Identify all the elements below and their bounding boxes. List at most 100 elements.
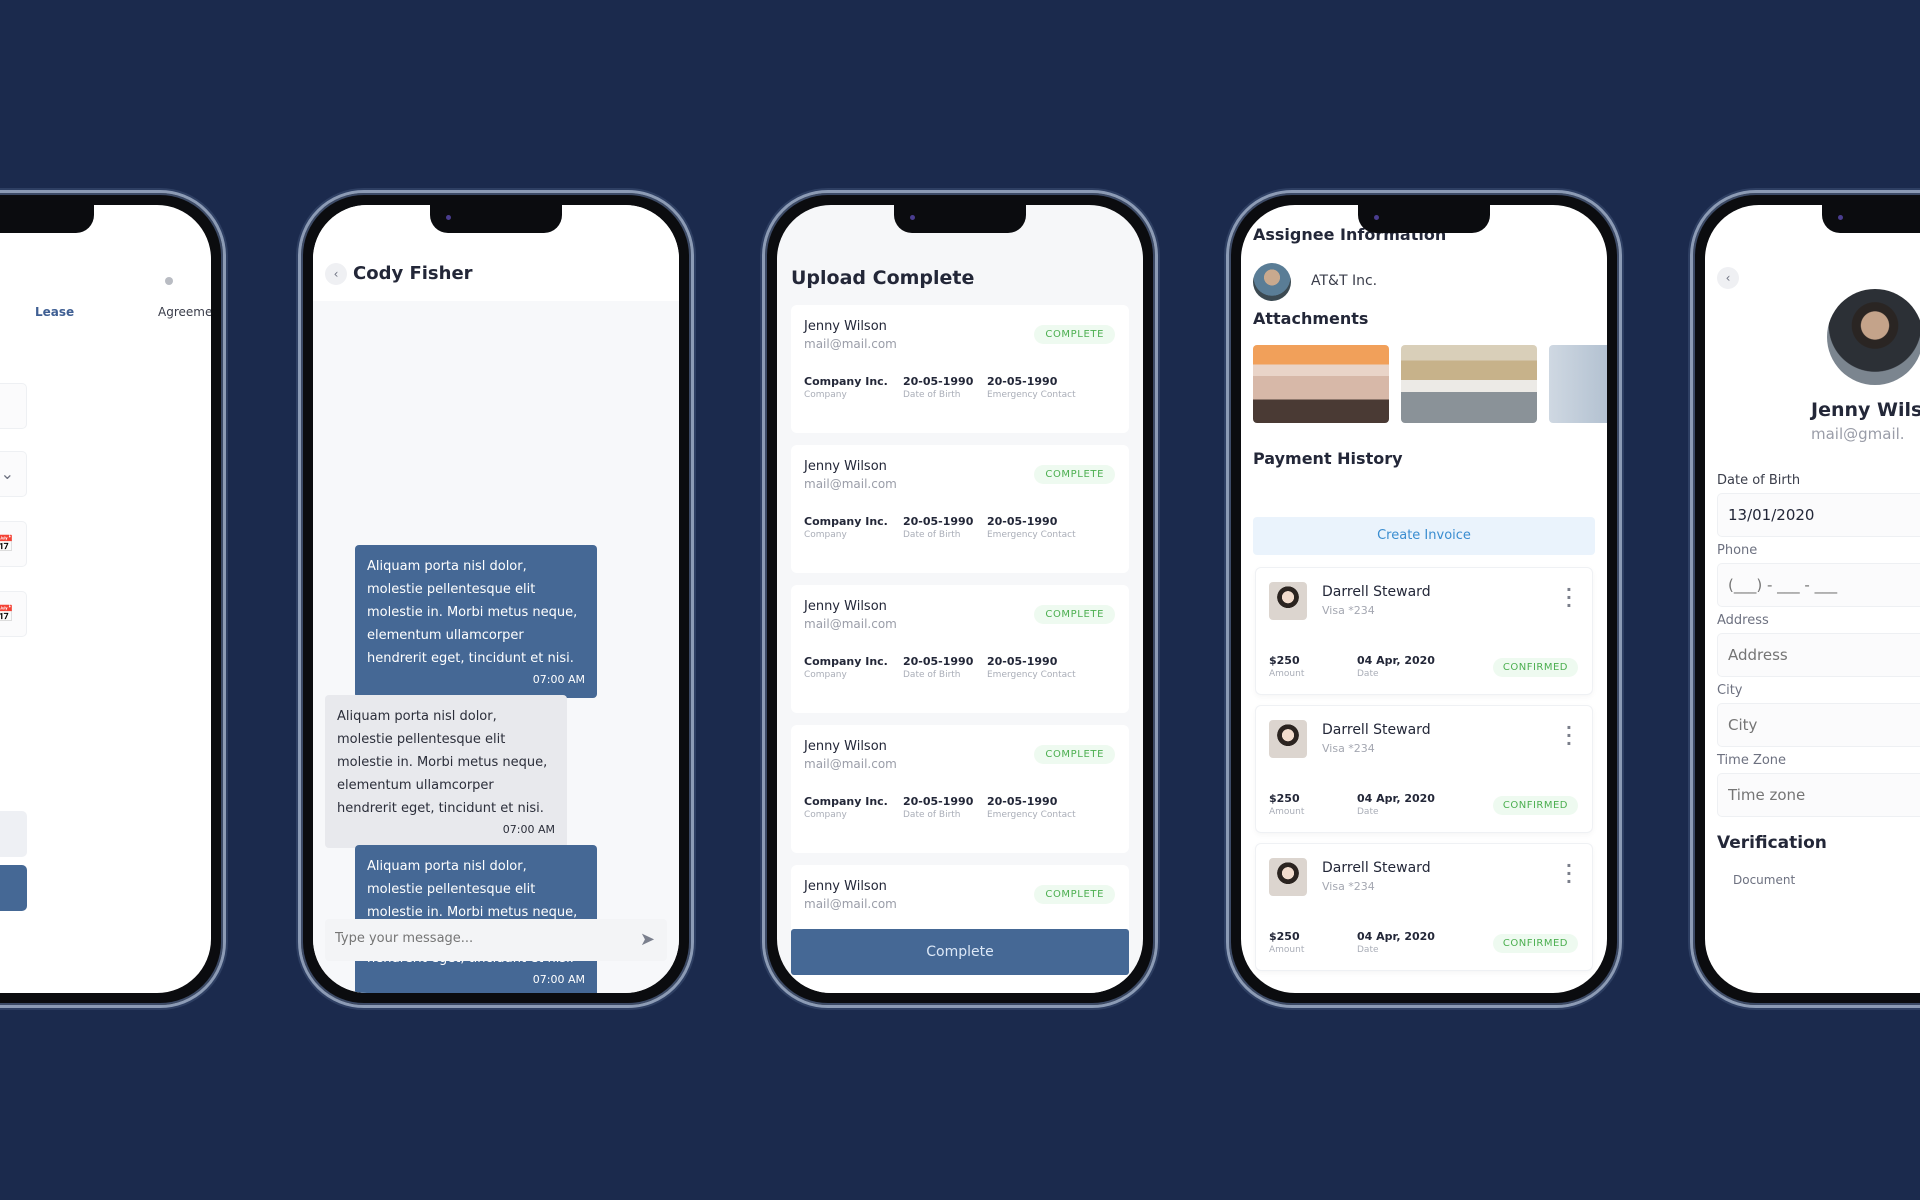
step-dot-agreements [165, 277, 173, 285]
record-name: Jenny Wilson [804, 739, 887, 754]
lease-screen: s Lease Agreements se Details ⌄ 📅 📅 Back… [0, 205, 211, 993]
timezone-input[interactable] [1717, 773, 1920, 817]
create-invoice-button[interactable]: Create Invoice [1253, 517, 1595, 555]
lease-select-field[interactable]: ⌄ [0, 451, 27, 497]
emergency-value: 20-05-1990 [987, 375, 1058, 388]
date-value: 04 Apr, 2020 [1357, 654, 1435, 667]
attachment-thumbnail[interactable] [1549, 345, 1607, 423]
address-label: Address [1717, 613, 1769, 628]
payment-card[interactable]: Darrell Steward Visa *234 · · · $250 Amount 04 … [1255, 843, 1593, 971]
send-icon[interactable]: ➤ [640, 929, 655, 950]
address-input[interactable] [1717, 633, 1920, 677]
payer-avatar [1269, 582, 1307, 620]
record-dob: 20-05-1990 Date of Birth [903, 515, 973, 540]
company-value: Company Inc. [804, 375, 888, 388]
phone-notch [894, 205, 1026, 233]
message-bubble-incoming: Aliquam porta nisl dolor, molestie pelle… [325, 695, 567, 848]
upload-record-card[interactable]: Jenny Wilson mail@mail.com COMPLETE Company… [791, 585, 1129, 713]
upload-record-card[interactable]: Jenny Wilson mail@mail.com COMPLETE Company… [791, 305, 1129, 433]
emergency-label: Emergency Contact [987, 530, 1076, 540]
status-badge: COMPLETE [1034, 605, 1115, 624]
emergency-value: 20-05-1990 [987, 655, 1058, 668]
amount-value: $250 [1269, 930, 1300, 943]
profile-email: mail@gmail. [1811, 425, 1905, 443]
record-dob: 20-05-1990 Date of Birth [903, 795, 973, 820]
chat-message-list[interactable]: Aliquam porta nisl dolor, molestie pelle… [313, 301, 679, 993]
dob-label: Date of Birth [903, 670, 961, 680]
upload-record-card[interactable]: Jenny Wilson mail@mail.com COMPLETE Company… [791, 725, 1129, 853]
calendar-icon[interactable]: 📅 [0, 604, 14, 623]
profile-name: Jenny Wils [1811, 399, 1920, 421]
record-emergency: 20-05-1990 Emergency Contact [987, 655, 1076, 680]
company-value: Company Inc. [804, 795, 888, 808]
record-email: mail@mail.com [804, 617, 897, 631]
assignee-avatar [1253, 263, 1291, 301]
complete-button[interactable]: Complete [791, 929, 1129, 975]
step-label-agreements[interactable]: Agreements [158, 305, 211, 319]
upload-record-card[interactable]: Jenny Wilson mail@mail.com COMPLETE Company… [791, 445, 1129, 573]
record-emergency: 20-05-1990 Emergency Contact [987, 515, 1076, 540]
message-time: 07:00 AM [532, 673, 585, 686]
chat-contact-name: Cody Fisher [353, 263, 473, 284]
phone-upload-complete: Upload Complete Jenny Wilson mail@mail.co… [762, 190, 1158, 1008]
emergency-label: Emergency Contact [987, 670, 1076, 680]
back-button[interactable]: Back [0, 811, 27, 857]
message-text: Aliquam porta nisl dolor, molestie pelle… [367, 559, 578, 666]
dob-label: Date of Birth [903, 810, 961, 820]
payment-amount: $250 Amount [1269, 792, 1304, 817]
dob-input[interactable] [1717, 493, 1920, 537]
payment-amount: $250 Amount [1269, 930, 1304, 955]
payment-card[interactable]: Darrell Steward Visa *234 · · · $250 Amount 04 … [1255, 705, 1593, 833]
payer-avatar [1269, 858, 1307, 896]
attachment-thumbnail[interactable] [1401, 345, 1537, 423]
calendar-icon[interactable]: 📅 [0, 534, 14, 553]
phone-chat: ‹ Cody Fisher Aliquam porta nisl dolor, … [298, 190, 694, 1008]
amount-value: $250 [1269, 792, 1300, 805]
more-vertical-icon[interactable]: · · · [1566, 858, 1572, 890]
amount-label: Amount [1269, 807, 1305, 817]
payment-history-heading: Payment History [1253, 449, 1403, 468]
phone-input[interactable] [1717, 563, 1920, 607]
record-company: Company Inc. Company [804, 515, 888, 540]
phone-notch [430, 205, 562, 233]
dob-value: 20-05-1990 [903, 375, 974, 388]
company-value: Company Inc. [804, 515, 888, 528]
message-input[interactable] [335, 931, 535, 946]
lease-end-date-field[interactable]: 📅 [0, 591, 27, 637]
record-emergency: 20-05-1990 Emergency Contact [987, 375, 1076, 400]
record-company: Company Inc. Company [804, 655, 888, 680]
payer-name: Darrell Steward [1322, 722, 1431, 738]
dob-value: 20-05-1990 [903, 515, 974, 528]
step-label-lease[interactable]: Lease [35, 305, 74, 319]
chat-screen: ‹ Cody Fisher Aliquam porta nisl dolor, … [313, 205, 679, 993]
document-label: Document [1733, 873, 1796, 887]
lease-start-date-field[interactable]: 📅 [0, 521, 27, 567]
payer-name: Darrell Steward [1322, 860, 1431, 876]
record-name: Jenny Wilson [804, 879, 887, 894]
attachment-thumbnail[interactable] [1253, 345, 1389, 423]
payment-date: 04 Apr, 2020 Date [1357, 930, 1435, 955]
next-step-button[interactable]: Next Step [0, 865, 27, 911]
status-badge: COMPLETE [1034, 325, 1115, 344]
message-text: Aliquam porta nisl dolor, molestie pelle… [337, 709, 548, 816]
dob-label: Date of Birth [1717, 473, 1801, 488]
back-chevron-icon[interactable]: ‹ [325, 263, 347, 285]
company-label: Company [804, 810, 847, 820]
lease-text-field[interactable] [0, 383, 27, 429]
assignee-company: AT&T Inc. [1311, 273, 1378, 289]
payment-card[interactable]: Darrell Steward Visa *234 · · · $250 Amount 04 … [1255, 567, 1593, 695]
record-email: mail@mail.com [804, 757, 897, 771]
city-input[interactable] [1717, 703, 1920, 747]
profile-avatar [1827, 289, 1920, 385]
date-value: 04 Apr, 2020 [1357, 930, 1435, 943]
record-email: mail@mail.com [804, 897, 897, 911]
payment-card-number: Visa *234 [1322, 880, 1375, 893]
phone-notch [1358, 205, 1490, 233]
more-vertical-icon[interactable]: · · · [1566, 582, 1572, 614]
back-chevron-icon[interactable]: ‹ [1717, 267, 1739, 289]
status-badge: COMPLETE [1034, 745, 1115, 764]
phone-lease-details: s Lease Agreements se Details ⌄ 📅 📅 Back… [0, 190, 226, 1008]
payer-avatar [1269, 720, 1307, 758]
more-vertical-icon[interactable]: · · · [1566, 720, 1572, 752]
amount-label: Amount [1269, 945, 1305, 955]
